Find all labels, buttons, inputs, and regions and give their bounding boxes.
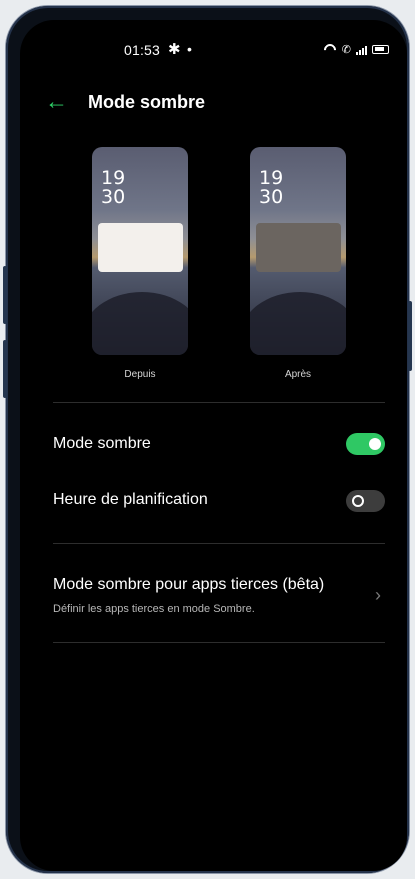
third-party-title: Mode sombre pour apps tierces (bêta) (53, 576, 325, 593)
divider (53, 402, 385, 403)
signal-icon (356, 45, 367, 55)
battery-icon (372, 45, 389, 54)
call-icon: ✆ (341, 44, 351, 56)
preview-clock: 19 30 (259, 169, 283, 207)
preview-before-label: Depuis (124, 369, 156, 380)
preview-minute: 30 (259, 186, 284, 208)
preview-clock: 19 30 (101, 169, 125, 207)
schedule-toggle[interactable] (346, 490, 385, 512)
divider (53, 543, 385, 544)
chevron-right-icon: › (375, 585, 381, 605)
status-time: 01:53 (124, 42, 161, 58)
volume-up-button (3, 266, 7, 324)
preview-before: 19 30 (92, 147, 188, 355)
volume-down-button (3, 340, 7, 398)
preview-card-dark (256, 223, 341, 272)
third-party-subtitle: Définir les apps tierces en mode Sombre. (53, 603, 255, 615)
dot-icon: • (187, 41, 192, 57)
wifi-icon (323, 44, 337, 55)
schedule-label: Heure de planification (53, 491, 208, 508)
app-header: ← Mode sombre (20, 88, 407, 122)
divider (53, 642, 385, 643)
preview-minute: 30 (101, 186, 126, 208)
power-button (408, 301, 412, 371)
arrow-left-icon[interactable]: ← (45, 88, 71, 114)
phone-frame: 01:53 ✱ • ✆ ← Mode sombre 19 30 Depuis 1… (3, 6, 412, 873)
dark-mode-label: Mode sombre (53, 435, 151, 452)
page-title: Mode sombre (88, 92, 206, 112)
status-bar: 01:53 ✱ • ✆ (20, 41, 407, 62)
dark-mode-toggle[interactable] (346, 433, 385, 455)
gear-icon: ✱ (168, 41, 181, 58)
status-icons: ✆ (323, 43, 389, 56)
preview-after-label: Après (284, 369, 312, 380)
preview-after: 19 30 (250, 147, 346, 355)
preview-card-light (98, 223, 183, 272)
screen: 01:53 ✱ • ✆ ← Mode sombre 19 30 Depuis 1… (20, 20, 407, 871)
